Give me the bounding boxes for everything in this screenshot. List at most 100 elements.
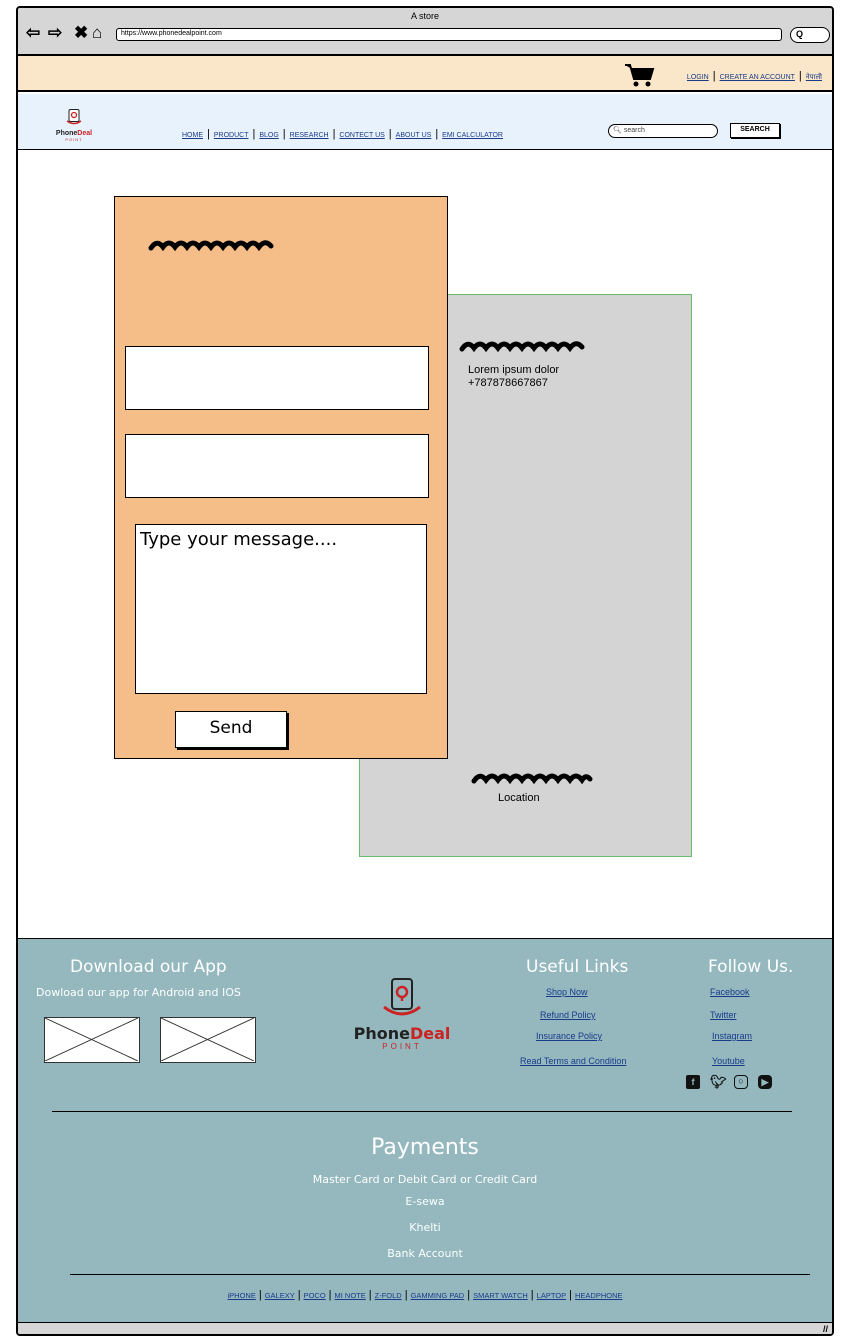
- terms-link[interactable]: Read Terms and Condition: [520, 1056, 626, 1066]
- footer-logo-brand-b: Deal: [409, 1024, 451, 1043]
- search-input[interactable]: 🔍︎ search: [608, 124, 718, 138]
- category-z-fold[interactable]: Z-FOLD: [375, 1291, 402, 1300]
- image-placeholder-icon: [44, 1017, 139, 1062]
- url-bar[interactable]: https://www.phonedealpoint.com: [116, 28, 782, 41]
- nav-product[interactable]: PRODUCT: [214, 132, 249, 139]
- facebook-link[interactable]: Facebook: [710, 987, 750, 997]
- heading-scribble: [459, 341, 585, 352]
- contact-line: Lorem ipsum dolor: [468, 364, 560, 376]
- facebook-icon[interactable]: f: [686, 1075, 700, 1089]
- payment-khelti: Khelti: [409, 1221, 441, 1234]
- phone-pin-icon: [383, 978, 421, 1016]
- separator: |: [368, 1289, 372, 1301]
- nav-blog[interactable]: BLOG: [259, 132, 278, 139]
- payment-cards: Master Card or Debit Card or Credit Card: [312, 1173, 538, 1186]
- category-mi-note[interactable]: MI NOTE: [335, 1291, 366, 1300]
- phone-pin-icon: [66, 109, 82, 125]
- back-icon[interactable]: ⇦: [26, 24, 40, 42]
- separator: |: [282, 128, 286, 140]
- form-title-scribble: [148, 240, 274, 251]
- cart-icon[interactable]: [624, 63, 656, 87]
- email-field[interactable]: [125, 434, 429, 498]
- title-bar: A store ⇦ ⇨ ✖ ⌂ https://www.phonedealpoi…: [18, 8, 832, 56]
- account-links: LOGIN | CREATE AN ACCOUNT | नेपाली: [687, 70, 822, 82]
- refund-policy-link[interactable]: Refund Policy: [540, 1010, 596, 1020]
- separator: |: [297, 1289, 301, 1301]
- logo-brand-b: Deal: [77, 130, 93, 137]
- search-button[interactable]: SEARCH: [730, 123, 780, 138]
- home-icon[interactable]: ⌂: [92, 24, 102, 42]
- status-bar: //: [18, 1322, 832, 1334]
- language-link[interactable]: नेपाली: [806, 74, 822, 81]
- nav-contact[interactable]: CONTECT US: [339, 132, 384, 139]
- create-account-link[interactable]: CREATE AN ACCOUNT: [720, 74, 795, 81]
- payment-bank: Bank Account: [387, 1247, 463, 1260]
- nav-emi-calculator[interactable]: EMI CALCULATOR: [442, 132, 503, 139]
- category-gamming-pad[interactable]: GAMMING PAD: [411, 1291, 465, 1300]
- youtube-icon[interactable]: ▶: [758, 1075, 772, 1089]
- login-link[interactable]: LOGIN: [687, 74, 709, 81]
- main-nav: HOME | PRODUCT | BLOG | RESEARCH | CONTECT US | AB…: [182, 128, 503, 140]
- category-poco[interactable]: POCO: [304, 1291, 326, 1300]
- android-app-image[interactable]: [44, 1017, 140, 1063]
- youtube-link[interactable]: Youtube: [712, 1056, 745, 1066]
- forward-icon[interactable]: ⇨: [48, 24, 62, 42]
- browser-search-icon[interactable]: Q: [790, 27, 830, 43]
- insurance-policy-link[interactable]: Insurance Policy: [536, 1031, 602, 1041]
- footer-logo-brand-a: Phone: [353, 1024, 410, 1043]
- message-field[interactable]: Type your message....: [135, 524, 427, 694]
- contact-form: Type your message.... Send: [114, 196, 448, 759]
- instagram-link[interactable]: Instagram: [712, 1031, 752, 1041]
- instagram-icon[interactable]: ○: [734, 1075, 748, 1089]
- footer-logo-sub: POINT: [382, 1042, 422, 1051]
- category-iphone[interactable]: iPHONE: [227, 1291, 255, 1300]
- separator: |: [435, 128, 439, 140]
- separator: |: [569, 1289, 572, 1301]
- site-logo[interactable]: PhoneDeal POINT: [48, 109, 100, 142]
- logo-sub: POINT: [65, 137, 83, 142]
- name-field[interactable]: [125, 346, 429, 410]
- category-galexy[interactable]: GALEXY: [265, 1291, 295, 1300]
- app-subtitle: Dowload our app for Android and IOS: [36, 986, 241, 999]
- payment-esewa: E-sewa: [405, 1195, 445, 1208]
- browser-window: A store ⇦ ⇨ ✖ ⌂ https://www.phonedealpoi…: [16, 6, 834, 1336]
- category-laptop[interactable]: LAPTOP: [537, 1291, 566, 1300]
- contact-details: Lorem ipsum dolor +787878667867: [468, 364, 559, 390]
- useful-links-title: Useful Links: [526, 957, 629, 977]
- ios-app-image[interactable]: [160, 1017, 256, 1063]
- payments-title: Payments: [371, 1135, 479, 1160]
- twitter-icon[interactable]: 🐦︎: [710, 1075, 727, 1089]
- nav-about[interactable]: ABOUT US: [396, 132, 432, 139]
- close-icon[interactable]: ✖: [74, 24, 88, 42]
- social-icons: f 🐦︎ ○ ▶: [686, 1075, 772, 1089]
- search-placeholder: search: [623, 127, 645, 134]
- footer-logo[interactable]: PhoneDeal POINT: [352, 977, 452, 1051]
- location-label: Location: [498, 792, 540, 804]
- shop-now-link[interactable]: Shop Now: [546, 987, 588, 997]
- footer-divider: [52, 1111, 792, 1112]
- site-header: PhoneDeal POINT HOME | PRODUCT | BLOG | RESEAR…: [18, 94, 832, 150]
- footer: Download our App Dowload our app for And…: [18, 938, 832, 1324]
- separator: |: [388, 128, 392, 140]
- separator: |: [332, 128, 336, 140]
- category-smart-watch[interactable]: SMART WATCH: [473, 1291, 528, 1300]
- nav-research[interactable]: RESEARCH: [290, 132, 329, 139]
- contact-phone: +787878667867: [468, 377, 548, 389]
- category-headphone[interactable]: HEADPHONE: [575, 1291, 623, 1300]
- separator: |: [798, 70, 802, 82]
- footer-divider: [70, 1274, 810, 1275]
- follow-us-title: Follow Us.: [708, 957, 794, 977]
- send-button[interactable]: Send: [175, 711, 287, 748]
- separator: |: [207, 128, 210, 140]
- location-scribble: [471, 773, 593, 784]
- nav-home[interactable]: HOME: [182, 132, 203, 139]
- separator: |: [530, 1289, 534, 1301]
- category-nav: iPHONE | GALEXY | POCO | MI NOTE | Z-FOLD | GAMMIN…: [18, 1289, 832, 1301]
- resize-grip-icon[interactable]: //: [823, 1324, 828, 1334]
- twitter-link[interactable]: Twitter: [710, 1010, 737, 1020]
- separator: |: [252, 128, 256, 140]
- image-placeholder-icon: [160, 1017, 255, 1062]
- window-title: A store: [410, 11, 439, 21]
- separator: |: [712, 70, 716, 82]
- separator: |: [404, 1289, 408, 1301]
